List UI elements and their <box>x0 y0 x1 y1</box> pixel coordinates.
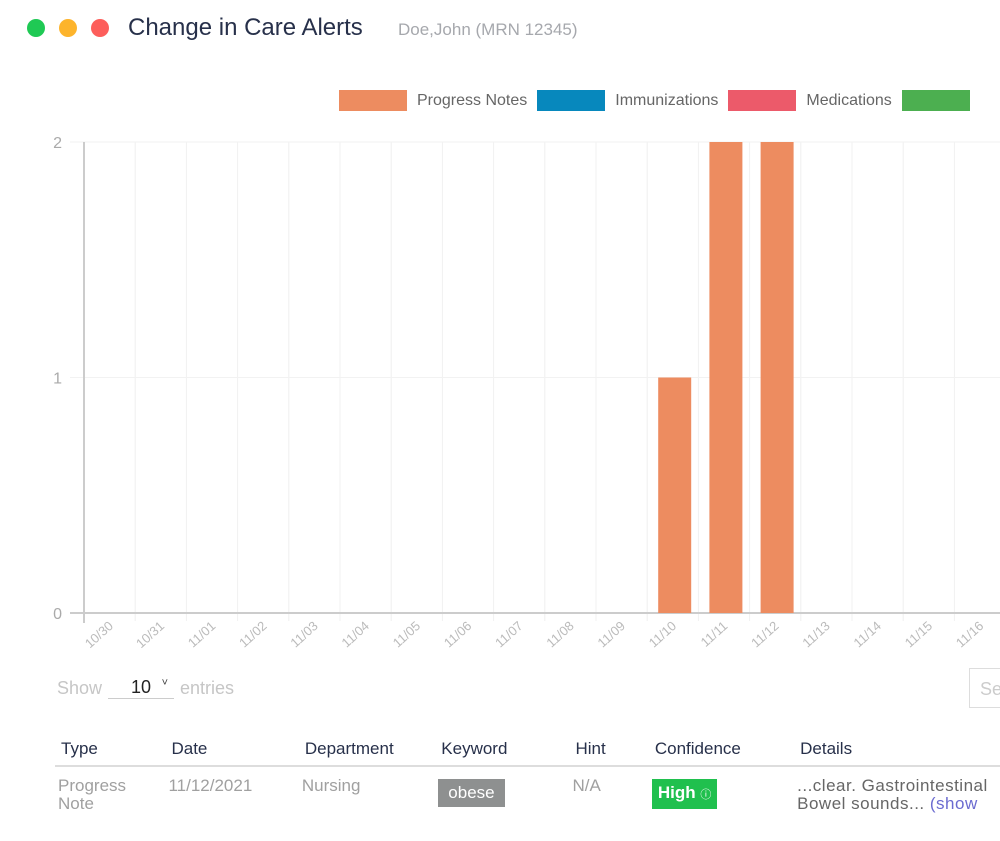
legend-swatch <box>901 90 970 111</box>
minimize-button[interactable] <box>59 19 77 37</box>
cell-confidence: High ⓘ <box>649 766 794 813</box>
show-more-link[interactable]: (show <box>930 794 978 813</box>
details-line-2: Bowel sounds... <box>797 794 925 813</box>
search-input[interactable]: Se <box>969 668 1000 708</box>
cell-type: Progress Note <box>58 776 127 813</box>
maximize-button[interactable] <box>27 19 45 37</box>
x-tick-label: 11/12 <box>748 618 782 650</box>
legend-swatch <box>537 90 606 111</box>
bar <box>658 377 692 613</box>
header-type[interactable]: Type <box>55 735 166 767</box>
entries-label: entries <box>180 678 235 698</box>
x-tick-label: 11/10 <box>646 618 680 650</box>
confidence-label: High <box>657 783 696 802</box>
header-date[interactable]: Date <box>165 735 299 767</box>
x-tick-label: 11/11 <box>698 618 731 650</box>
x-tick-label: 10/30 <box>82 618 116 651</box>
details-line-1: ...clear. Gastrointestinal <box>797 776 988 795</box>
legend-item-other[interactable] <box>901 90 980 111</box>
header-hint[interactable]: Hint <box>569 735 649 767</box>
bar <box>760 142 794 613</box>
header-keyword[interactable]: Keyword <box>435 735 570 767</box>
cell-department: Nursing <box>301 776 361 795</box>
page-title: Change in Care Alerts <box>128 14 363 41</box>
chevron-down-icon: ˅ <box>161 677 169 689</box>
entries-control: Show 10 ˅ entries <box>57 677 234 699</box>
legend-label: Medications <box>806 91 892 109</box>
legend-label: Immunizations <box>615 91 719 109</box>
entries-select[interactable]: 10 ˅ <box>108 677 175 699</box>
legend-item-immunizations[interactable]: Immunizations <box>537 90 718 111</box>
legend-item-progress-notes[interactable]: Progress Notes <box>339 90 527 111</box>
cell-details: ...clear. Gastrointestinal Bowel sounds.… <box>794 766 1000 813</box>
confidence-badge: High ⓘ <box>651 779 718 809</box>
cell-date: 11/12/2021 <box>168 776 253 795</box>
bar-chart: 0 1 2 10/30 10/31 11/01 11/02 11/03 11/04 11/05 11… <box>53 135 1000 651</box>
bar <box>709 142 743 613</box>
header-details[interactable]: Details <box>794 735 1000 767</box>
table-row: Progress Note 11/12/2021 Nursing obese N… <box>55 766 1000 813</box>
cell-keyword: obese <box>435 766 569 813</box>
x-tick-label: 11/07 <box>492 618 526 650</box>
x-tick-label: 11/04 <box>339 618 373 650</box>
x-tick-label: 11/01 <box>185 618 219 650</box>
y-tick-label: 0 <box>53 606 62 623</box>
x-tick-label: 11/08 <box>543 618 577 650</box>
x-tick-label: 11/09 <box>595 618 629 650</box>
info-icon[interactable]: ⓘ <box>700 789 711 801</box>
alerts-table: Type Date Department Keyword Hint Confid… <box>55 735 1000 813</box>
table-header-row: Type Date Department Keyword Hint Confid… <box>55 735 1000 767</box>
legend-label: Progress Notes <box>417 91 528 109</box>
x-tick-label: 11/05 <box>390 618 424 650</box>
close-button[interactable] <box>91 19 109 37</box>
entries-value: 10 <box>131 677 152 697</box>
show-label: Show <box>57 678 103 698</box>
legend-swatch <box>339 90 407 111</box>
header-confidence[interactable]: Confidence <box>648 735 795 767</box>
x-tick-label: 11/16 <box>953 618 987 650</box>
keyword-badge: obese <box>438 779 505 807</box>
x-tick-label: 11/06 <box>441 618 475 650</box>
x-tick-label: 11/03 <box>287 618 321 650</box>
x-tick-label: 11/02 <box>236 618 270 650</box>
header-department[interactable]: Department <box>298 735 436 767</box>
cell-hint: N/A <box>572 776 601 795</box>
x-tick-label: 11/14 <box>851 618 885 650</box>
chart-legend: Progress Notes Immunizations Medications <box>339 90 990 111</box>
x-tick-label: 11/15 <box>902 618 936 650</box>
patient-subtitle: Doe,John (MRN 12345) <box>398 20 578 39</box>
legend-item-medications[interactable]: Medications <box>728 90 892 111</box>
y-tick-label: 2 <box>53 135 62 152</box>
x-tick-label: 10/31 <box>133 618 167 651</box>
y-tick-label: 1 <box>53 371 62 388</box>
x-tick-label: 11/13 <box>799 618 833 650</box>
legend-swatch <box>728 90 797 111</box>
